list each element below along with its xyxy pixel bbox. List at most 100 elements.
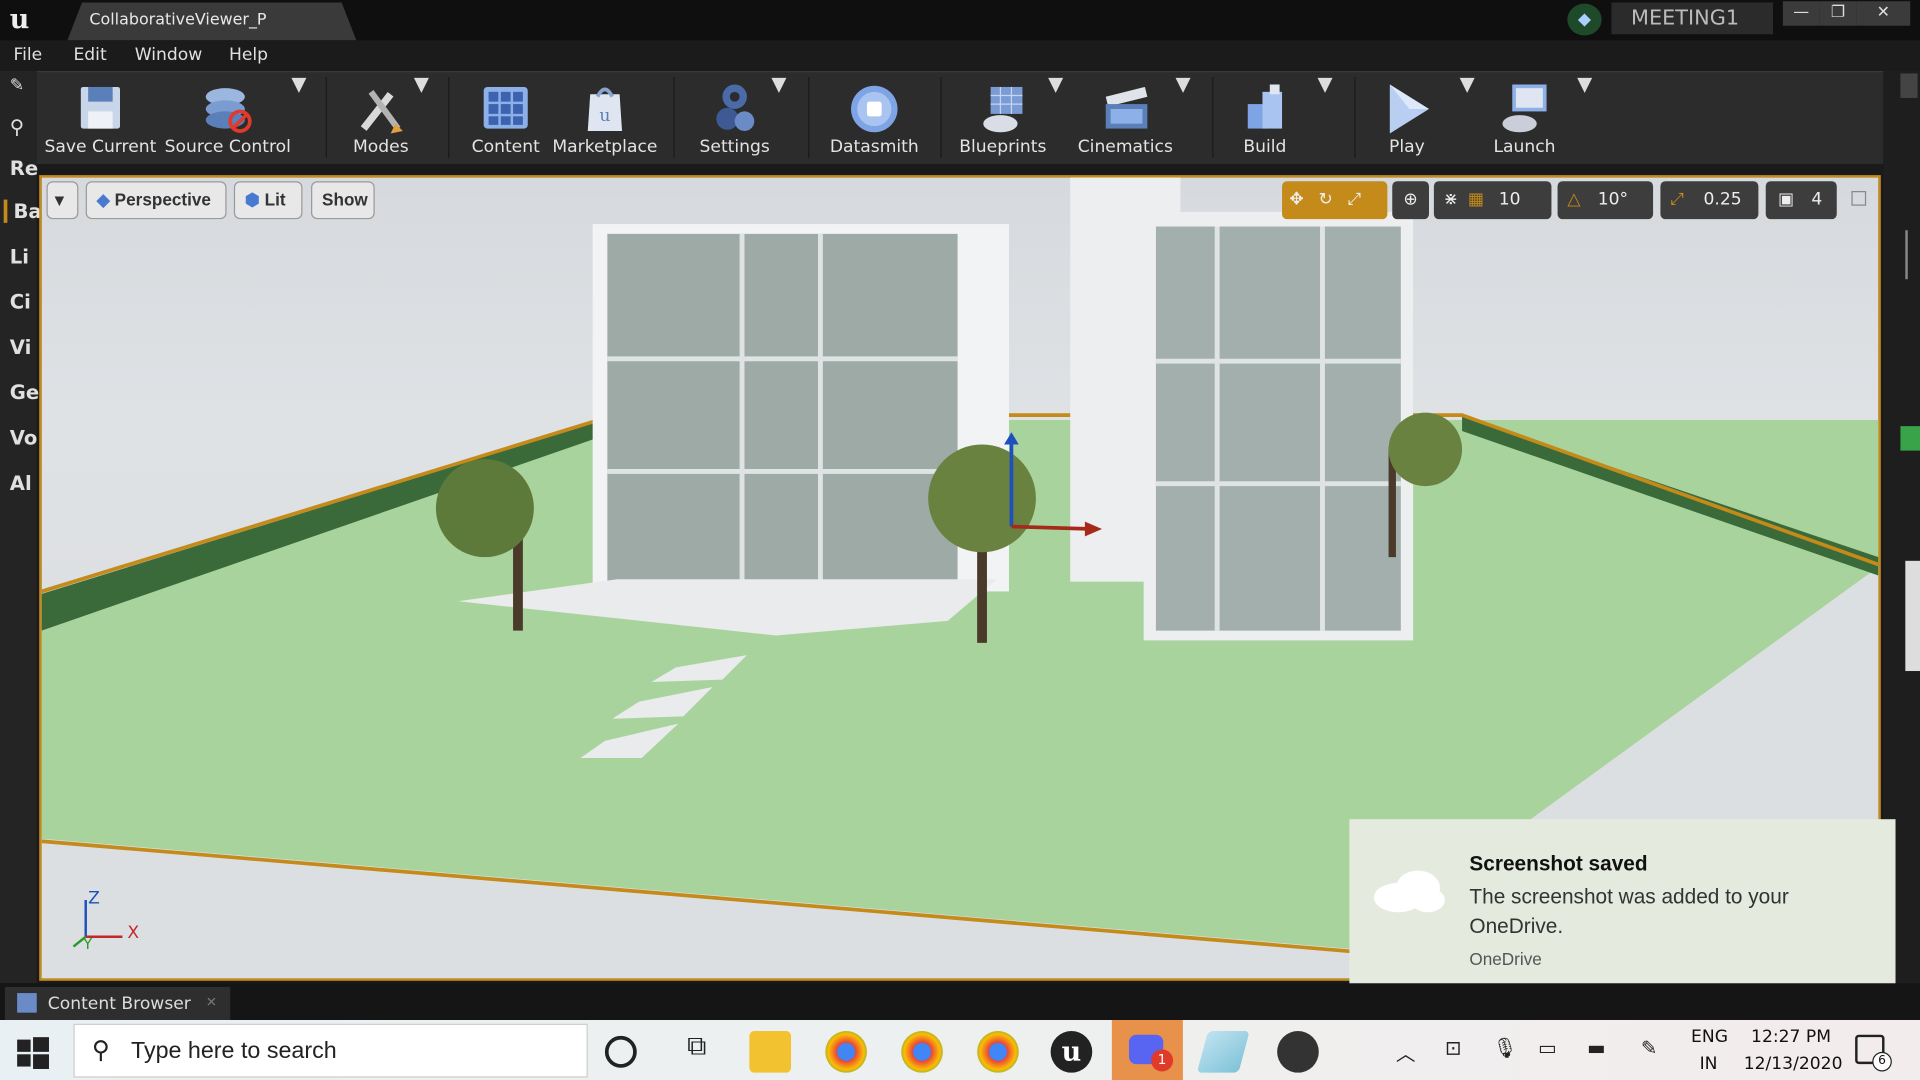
content-browser-tab[interactable]: Content Browser ✕ bbox=[4, 986, 231, 1021]
chrome-active-icon[interactable] bbox=[977, 1031, 1019, 1073]
clock-time[interactable]: 12:27 PM bbox=[1751, 1027, 1831, 1047]
menu-edit[interactable]: Edit bbox=[73, 45, 106, 65]
marketplace-button[interactable]: u Marketplace bbox=[551, 72, 659, 165]
menu-window[interactable]: Window bbox=[135, 45, 203, 65]
close-tab-icon[interactable]: ✕ bbox=[206, 994, 217, 1010]
cinematics-dropdown-icon[interactable]: ▼ bbox=[1176, 72, 1191, 95]
left-tab-all-classes[interactable]: Al bbox=[10, 471, 32, 494]
grid-snap-icon[interactable]: ▦ bbox=[1458, 190, 1484, 210]
settings-dropdown-icon[interactable]: ▼ bbox=[771, 72, 786, 95]
left-tab-recent[interactable]: Re bbox=[10, 157, 38, 180]
rotate-tool-icon[interactable]: ↻ bbox=[1304, 190, 1332, 210]
grid-snap-group[interactable]: ⋇ ▦ 10 bbox=[1433, 181, 1552, 220]
camera-speed-value[interactable]: 4 bbox=[1794, 190, 1822, 210]
show-hidden-icons-chevron-icon[interactable]: ︿ bbox=[1396, 1037, 1416, 1066]
camera-speed-group[interactable]: ▣ 4 bbox=[1765, 181, 1837, 220]
multi-user-icon[interactable]: ◆ bbox=[1567, 3, 1602, 36]
search-icon[interactable]: ⚲ bbox=[10, 115, 24, 138]
action-center-icon[interactable]: 6 bbox=[1855, 1034, 1892, 1072]
meet-now-icon[interactable]: ⊡ bbox=[1445, 1036, 1461, 1059]
menu-help[interactable]: Help bbox=[229, 45, 268, 65]
left-tab-cinematic[interactable]: Ci bbox=[10, 290, 31, 313]
obs-icon[interactable] bbox=[1277, 1031, 1319, 1073]
battery-icon[interactable]: ▬ bbox=[1587, 1036, 1606, 1059]
rotation-snap-icon[interactable]: △ bbox=[1558, 190, 1581, 210]
menu-file[interactable]: File bbox=[13, 45, 42, 65]
clock-date[interactable]: 12/13/2020 bbox=[1744, 1054, 1843, 1074]
world-local-toggle-icon[interactable]: ⊕ bbox=[1392, 181, 1429, 220]
notification-toast[interactable]: Screenshot saved The screenshot was adde… bbox=[1349, 819, 1896, 1002]
datasmith-button[interactable]: Datasmith bbox=[820, 72, 928, 165]
chrome-icon[interactable] bbox=[825, 1031, 867, 1073]
close-icon[interactable]: ✕ bbox=[1856, 1, 1911, 26]
play-dropdown-icon[interactable]: ▼ bbox=[1460, 72, 1475, 95]
details-scrollbar[interactable] bbox=[1905, 560, 1920, 672]
task-view-icon[interactable]: ⧉ bbox=[676, 1031, 718, 1073]
language-top[interactable]: ENG bbox=[1691, 1027, 1728, 1047]
blueprints-dropdown-icon[interactable]: ▼ bbox=[1048, 72, 1063, 95]
modes-button[interactable]: Modes bbox=[336, 72, 427, 165]
session-name[interactable]: MEETING1 bbox=[1611, 2, 1774, 35]
file-explorer-icon[interactable] bbox=[749, 1031, 792, 1073]
build-button[interactable]: Build bbox=[1225, 72, 1306, 165]
minimize-icon[interactable]: — bbox=[1782, 1, 1820, 26]
build-dropdown-icon[interactable]: ▼ bbox=[1318, 72, 1333, 95]
source-control-label: Source Control bbox=[164, 137, 291, 157]
chrome-profile-icon[interactable] bbox=[901, 1031, 943, 1073]
viewport-options-dropdown[interactable]: ▾ bbox=[46, 181, 79, 220]
scale-snap-icon[interactable]: ⤢ bbox=[1660, 190, 1684, 210]
modes-dropdown-icon[interactable]: ▼ bbox=[414, 72, 429, 95]
maximize-viewport-icon[interactable] bbox=[1851, 191, 1867, 206]
taskbar-search-box[interactable]: ⚲ Type here to search bbox=[73, 1023, 588, 1078]
show-button[interactable]: Show bbox=[311, 181, 375, 220]
lit-button[interactable]: ⬢ Lit bbox=[233, 181, 303, 220]
save-current-button[interactable]: Save Current bbox=[42, 72, 160, 165]
windows-start-icon[interactable] bbox=[12, 1032, 51, 1071]
left-tab-basic[interactable]: Ba bbox=[3, 199, 42, 223]
launch-dropdown-icon[interactable]: ▼ bbox=[1577, 72, 1592, 95]
source-control-button[interactable]: Source Control bbox=[164, 72, 291, 165]
scale-tool-icon[interactable]: ⤢ bbox=[1333, 190, 1362, 210]
microphone-icon[interactable]: 🎙 bbox=[1493, 1036, 1518, 1059]
rotation-snap-group[interactable]: △ 10° bbox=[1557, 181, 1654, 220]
language-bottom[interactable]: IN bbox=[1700, 1054, 1718, 1074]
unreal-logo-icon[interactable]: u bbox=[2, 2, 36, 36]
maximize-icon[interactable]: ❐ bbox=[1819, 1, 1857, 26]
play-button[interactable]: Play bbox=[1367, 72, 1448, 165]
rotation-snap-value[interactable]: 10° bbox=[1581, 190, 1629, 210]
cinematics-button[interactable]: Cinematics bbox=[1073, 72, 1178, 165]
settings-button[interactable]: Settings bbox=[686, 72, 784, 165]
content-button[interactable]: Content bbox=[463, 72, 549, 165]
grid-snap-value[interactable]: 10 bbox=[1484, 190, 1521, 210]
build-label: Build bbox=[1243, 137, 1287, 157]
panel-scrollbar[interactable] bbox=[1905, 230, 1908, 280]
left-tab-geometry[interactable]: Ge bbox=[10, 381, 39, 404]
details-panel-icon[interactable] bbox=[1900, 73, 1918, 98]
paint-mode-icon[interactable]: ✎ bbox=[10, 76, 24, 96]
add-component-icon[interactable] bbox=[1900, 426, 1920, 451]
camera-speed-icon[interactable]: ▣ bbox=[1766, 190, 1794, 210]
show-label: Show bbox=[322, 189, 368, 210]
surface-snap-icon[interactable]: ⋇ bbox=[1434, 190, 1458, 210]
discord-taskbar-tile[interactable]: 1 bbox=[1111, 1020, 1183, 1080]
cortana-icon[interactable] bbox=[604, 1035, 637, 1068]
bottom-tab-bar bbox=[0, 983, 1920, 1021]
left-tab-visual-effects[interactable]: Vi bbox=[10, 336, 32, 359]
toolbar-separator bbox=[673, 77, 675, 158]
move-tool-icon[interactable]: ✥ bbox=[1282, 190, 1303, 210]
unreal-engine-taskbar-icon[interactable]: u bbox=[1050, 1031, 1093, 1073]
left-tab-lights[interactable]: Li bbox=[10, 245, 29, 268]
launch-button[interactable]: Launch bbox=[1482, 72, 1568, 165]
left-tab-volumes[interactable]: Vo bbox=[10, 426, 38, 449]
content-browser-icon bbox=[17, 993, 37, 1013]
network-icon[interactable]: ▭ bbox=[1538, 1036, 1557, 1059]
blueprints-button[interactable]: Blueprints bbox=[953, 72, 1053, 165]
toolbar-separator bbox=[448, 77, 450, 158]
pen-icon[interactable]: ✎ bbox=[1641, 1036, 1657, 1059]
transform-mode-group[interactable]: ✥ ↻ ⤢ bbox=[1282, 181, 1388, 220]
document-tab[interactable]: CollaborativeViewer_P bbox=[67, 2, 357, 41]
scale-snap-group[interactable]: ⤢ 0.25 bbox=[1660, 181, 1759, 220]
scale-snap-value[interactable]: 0.25 bbox=[1684, 190, 1742, 210]
perspective-button[interactable]: ◆ Perspective bbox=[85, 181, 227, 220]
source-control-dropdown-icon[interactable]: ▼ bbox=[291, 72, 306, 95]
